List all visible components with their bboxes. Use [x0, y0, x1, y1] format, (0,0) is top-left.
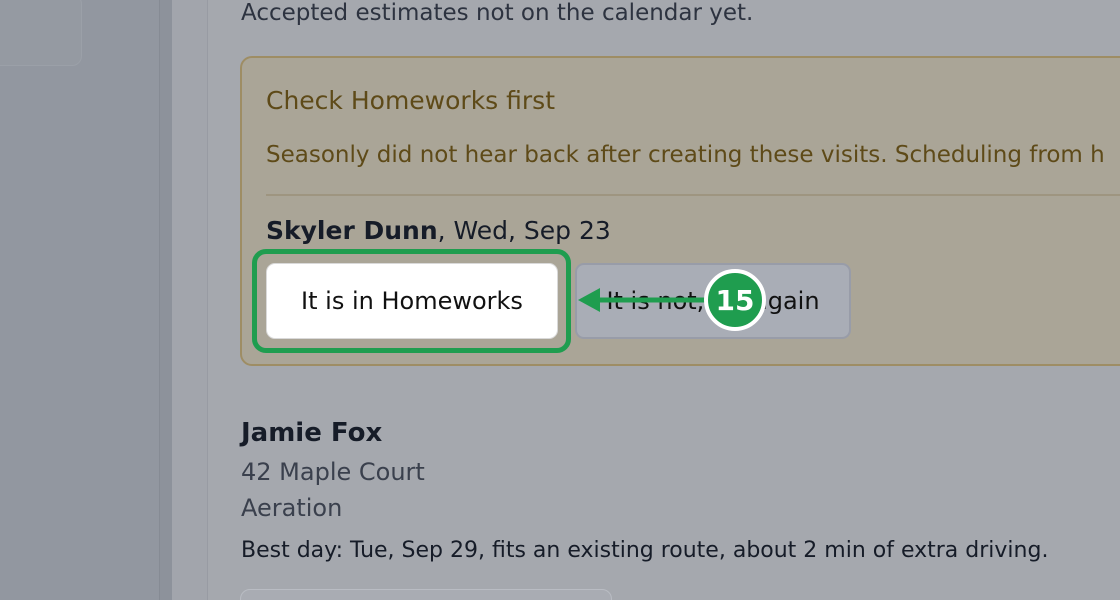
estimate-service: Aeration — [241, 494, 343, 522]
pending-visit-customer: Skyler Dunn — [266, 216, 438, 245]
estimate-address: 42 Maple Court — [241, 458, 425, 486]
estimate-action-card[interactable] — [240, 589, 612, 600]
sidebar-panel — [0, 0, 160, 600]
step-highlight — [252, 249, 571, 353]
estimate-customer-name: Jamie Fox — [241, 418, 383, 448]
warning-divider — [266, 194, 1120, 196]
sidebar-item[interactable] — [0, 0, 82, 66]
arrow-left-icon — [578, 288, 711, 312]
main-panel-edge — [172, 0, 208, 600]
pending-visit: Skyler Dunn, Wed, Sep 23 — [266, 216, 611, 245]
estimate-best-day: Best day: Tue, Sep 29, fits an existing … — [241, 538, 1049, 563]
section-subtitle: Accepted estimates not on the calendar y… — [241, 0, 754, 26]
step-badge: 15 — [704, 269, 766, 331]
pending-visit-date: , Wed, Sep 23 — [437, 216, 611, 245]
warning-title: Check Homeworks first — [266, 86, 556, 115]
warning-text: Seasonly did not hear back after creatin… — [266, 142, 1105, 168]
